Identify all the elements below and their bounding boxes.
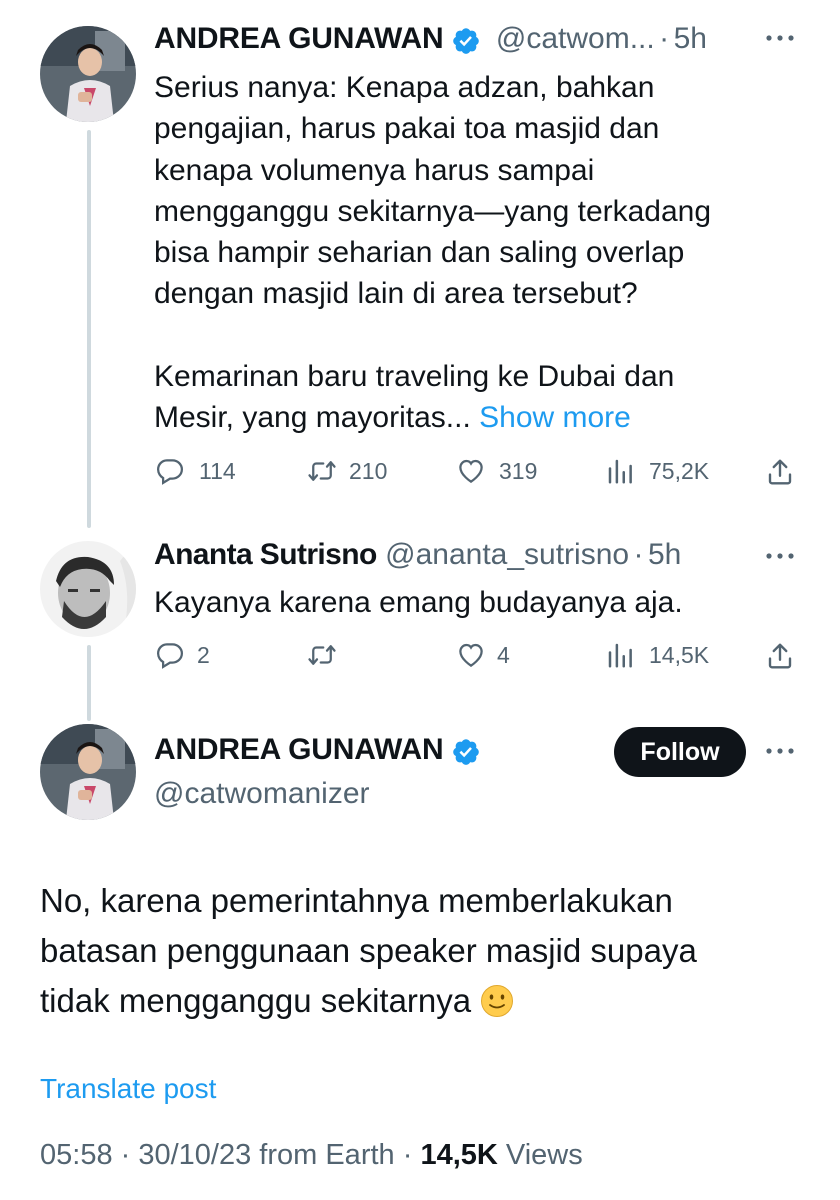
reply-icon [156, 459, 184, 485]
views-button[interactable]: 14,5K [605, 640, 709, 670]
tweet-body: No, karena pemerintahnya memberlakukan b… [40, 882, 697, 1019]
tweet1-text: Serius nanya: Kenapa adzan, bahkan penga… [154, 67, 774, 439]
repost-button[interactable]: 210 [305, 456, 387, 486]
repost-button[interactable] [305, 640, 339, 670]
reply-count: 114 [199, 457, 236, 484]
tweet-body: Serius nanya: Kenapa adzan, bahkan penga… [154, 71, 712, 435]
verified-badge-icon [451, 26, 481, 61]
main-tweet-text: No, karena pemerintahnya memberlakukan b… [40, 876, 820, 1032]
views-label: Views [505, 1139, 583, 1171]
views-count: 14,5K [649, 641, 710, 668]
separator-dot: · [659, 22, 670, 55]
repost-count: 210 [349, 457, 388, 484]
author-name[interactable]: ANDREA GUNAWAN [154, 733, 444, 766]
tweet-time[interactable]: 5h [674, 22, 707, 55]
like-count: 319 [499, 457, 538, 484]
like-icon [459, 459, 483, 483]
translate-post-link[interactable]: Translate post [40, 1073, 216, 1105]
follow-button[interactable]: Follow [614, 727, 746, 777]
tweet-meta: 05:58 · 30/10/23 from Earth · 14,5K View… [40, 1139, 583, 1172]
avatar[interactable] [40, 26, 136, 122]
more-icon[interactable] [765, 743, 795, 764]
repost-icon [308, 645, 336, 665]
views-icon [608, 459, 632, 484]
author-handle[interactable]: @ananta_sutrisno [385, 538, 629, 571]
separator-dot: · [633, 538, 644, 571]
show-more-link[interactable]: Show more [479, 401, 631, 434]
tweet2-header: Ananta Sutrisno @ananta_sutrisno · 5h [154, 538, 754, 572]
verified-badge-icon [451, 737, 481, 772]
views-count: 75,2K [649, 457, 710, 484]
like-count: 4 [497, 641, 510, 668]
avatar[interactable] [40, 724, 136, 820]
reply-count: 2 [197, 641, 210, 668]
repost-icon [308, 461, 336, 481]
share-button[interactable] [765, 456, 795, 488]
share-icon [768, 459, 792, 485]
more-icon[interactable] [765, 30, 795, 51]
author-handle[interactable]: @catwomanizer [154, 777, 370, 811]
views-icon [608, 643, 632, 668]
views-count: 14,5K [420, 1139, 498, 1171]
tweet-time[interactable]: 5h [648, 538, 681, 571]
thread-line [87, 130, 91, 528]
timestamp[interactable]: 05:58 · 30/10/23 from Earth · [40, 1139, 412, 1171]
more-icon[interactable] [765, 548, 795, 569]
author-name[interactable]: ANDREA GUNAWAN [154, 22, 444, 55]
like-button[interactable]: 319 [455, 456, 537, 486]
reply-icon [156, 643, 184, 669]
avatar[interactable] [40, 541, 136, 637]
views-button[interactable]: 75,2K [605, 456, 709, 486]
tweet1-header: ANDREA GUNAWAN @catwom... · 5h [154, 22, 754, 61]
author-handle[interactable]: @catwom... [496, 22, 655, 55]
thread-line [87, 645, 91, 721]
smile-emoji-icon [480, 982, 514, 1032]
reply-button[interactable]: 114 [155, 456, 236, 486]
reply-button[interactable]: 2 [155, 640, 210, 670]
main-author-name-row: ANDREA GUNAWAN [154, 733, 481, 772]
author-name[interactable]: Ananta Sutrisno [154, 538, 377, 571]
like-icon [459, 643, 483, 667]
share-icon [768, 643, 792, 669]
tweet-body: Kayanya karena emang budayanya aja. [154, 586, 683, 619]
like-button[interactable]: 4 [455, 640, 510, 670]
share-button[interactable] [765, 640, 795, 672]
